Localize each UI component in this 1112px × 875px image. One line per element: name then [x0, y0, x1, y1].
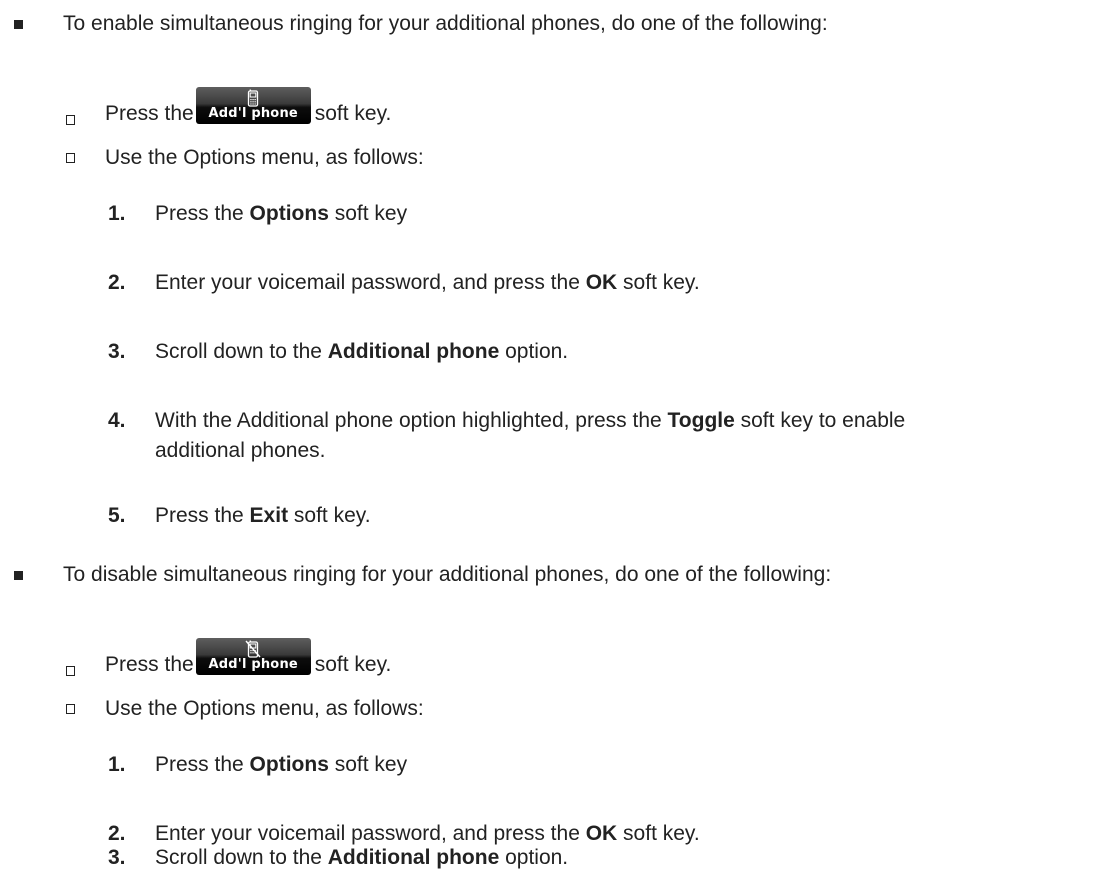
- disable-intro: To disable simultaneous ringing for your…: [63, 563, 832, 586]
- bullet-square-icon: [14, 571, 23, 580]
- step-number: 2.: [108, 822, 126, 845]
- step-text: Scroll down to the Additional phone opti…: [155, 846, 569, 869]
- mobile-phone-icon: [248, 89, 259, 107]
- press-suffix: soft key.: [314, 653, 392, 676]
- step-text: Enter your voicemail password, and press…: [155, 271, 700, 294]
- mobile-phone-crossed-icon: [245, 640, 261, 658]
- step-text-continued: additional phones.: [155, 439, 326, 462]
- press-suffix: soft key.: [314, 102, 392, 125]
- bullet-hollow-icon: [66, 153, 75, 163]
- softkey-label: Add'l phone: [208, 657, 298, 672]
- enable-options-intro: Use the Options menu, as follows:: [105, 146, 424, 169]
- softkey-label: Add'l phone: [208, 106, 298, 121]
- step-text: Press the Options soft key: [155, 753, 408, 776]
- disable-press-line: Press the Add'l phone soft key.: [105, 638, 391, 678]
- step-number: 5.: [108, 504, 126, 527]
- bullet-hollow-icon: [66, 666, 75, 676]
- press-prefix: Press the: [105, 653, 194, 676]
- step-text: Press the Options soft key: [155, 202, 408, 225]
- step-number: 3.: [108, 846, 126, 869]
- bullet-hollow-icon: [66, 704, 75, 714]
- step-text: With the Additional phone option highlig…: [155, 409, 906, 432]
- step-number: 1.: [108, 202, 126, 225]
- bullet-square-icon: [14, 20, 23, 29]
- step-number: 1.: [108, 753, 126, 776]
- step-number: 2.: [108, 271, 126, 294]
- enable-press-line: Press the Add'l phone soft key.: [105, 87, 391, 127]
- disable-options-intro: Use the Options menu, as follows:: [105, 697, 424, 720]
- step-number: 4.: [108, 409, 126, 432]
- addl-phone-softkey[interactable]: Add'l phone: [195, 87, 311, 124]
- addl-phone-softkey[interactable]: Add'l phone: [195, 638, 311, 675]
- step-text: Press the Exit soft key.: [155, 504, 371, 527]
- bullet-hollow-icon: [66, 115, 75, 125]
- step-text: Scroll down to the Additional phone opti…: [155, 340, 569, 363]
- press-prefix: Press the: [105, 102, 194, 125]
- step-text: Enter your voicemail password, and press…: [155, 822, 700, 845]
- step-number: 3.: [108, 340, 126, 363]
- enable-intro: To enable simultaneous ringing for your …: [63, 12, 828, 35]
